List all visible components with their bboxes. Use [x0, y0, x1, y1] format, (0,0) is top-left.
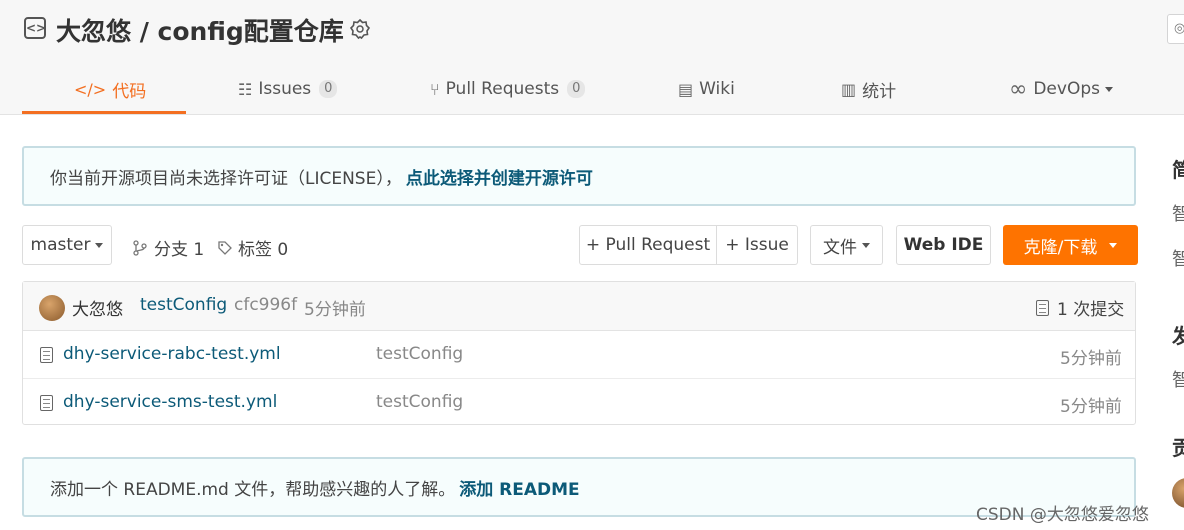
tag-icon [218, 240, 232, 255]
table-row: dhy-service-rabc-test.yml testConfig 5分钟… [23, 331, 1135, 378]
award-badge-icon[interactable] [348, 18, 372, 42]
watch-button[interactable]: ◎ [1167, 14, 1184, 44]
file-icon [40, 395, 53, 411]
active-tab-indicator [22, 111, 186, 114]
file-commit-message[interactable]: testConfig [376, 344, 463, 364]
tab-stats[interactable]: ▥ 统计 [841, 64, 896, 114]
commit-count-label: 1 次提交 [1057, 300, 1125, 320]
commits-icon [1036, 299, 1049, 316]
tab-issues-label: Issues [258, 79, 312, 99]
watermark: CSDN @大忽悠爱忽悠 [976, 505, 1149, 525]
sidebar-text: 智 [1172, 204, 1184, 225]
issues-icon: ☷ [238, 79, 253, 99]
file-commit-time: 5分钟前 [1060, 397, 1122, 417]
tab-pull-requests[interactable]: ⑂ Pull Requests 0 [430, 64, 586, 114]
repo-title[interactable]: 大忽悠 / config配置仓库 [56, 12, 344, 48]
commit-message[interactable]: testConfig [140, 295, 227, 315]
license-notice: 你当前开源项目尚未选择许可证（LICENSE）， 点此选择并创建开源许可 [22, 146, 1136, 206]
tab-code[interactable]: </> 代码 [74, 64, 146, 114]
latest-commit-row: 大忽悠 testConfig cfc996f 5分钟前 1 次提交 [23, 282, 1135, 331]
pull-requests-count-badge: 0 [567, 80, 586, 98]
sidebar-heading-contributors: 贡 [1172, 436, 1184, 460]
clone-download-label: 克隆/下载 [1023, 237, 1098, 258]
readme-notice: 添加一个 README.md 文件，帮助感兴趣的人了解。 添加 README [22, 457, 1136, 517]
sidebar-text: 智 [1172, 249, 1184, 270]
file-name-link[interactable]: dhy-service-sms-test.yml [63, 392, 277, 412]
chevron-down-icon [1109, 242, 1118, 248]
commit-time: 5分钟前 [304, 300, 366, 320]
tab-pull-requests-label: Pull Requests [445, 79, 560, 99]
branch-icon [133, 239, 147, 256]
repository-icon: <> [24, 17, 46, 39]
branches-link[interactable]: 分支 1 [132, 235, 204, 260]
pull-request-icon: ⑂ [430, 79, 440, 99]
create-license-link[interactable]: 点此选择并创建开源许可 [406, 164, 593, 189]
file-commit-message[interactable]: testConfig [376, 392, 463, 412]
new-issue-button[interactable]: + Issue [716, 225, 798, 265]
commit-author[interactable]: 大忽悠 [72, 295, 123, 320]
file-dropdown-button[interactable]: 文件 [810, 225, 883, 265]
code-icon: </> [74, 79, 107, 99]
wiki-icon: ▤ [678, 79, 694, 99]
issues-count-badge: 0 [319, 80, 338, 98]
tags-link[interactable]: 标签 0 [217, 235, 288, 260]
tab-devops[interactable]: ∞ DevOps [1009, 64, 1113, 114]
readme-notice-text: 添加一个 README.md 文件，帮助感兴趣的人了解。 [50, 479, 456, 500]
tags-label: 标签 0 [238, 240, 289, 260]
clone-download-button[interactable]: 克隆/下载 [1003, 225, 1138, 265]
tab-wiki-label: Wiki [699, 79, 735, 99]
tab-code-label: 代码 [112, 81, 147, 102]
new-pull-request-button[interactable]: + Pull Request [579, 225, 717, 265]
branch-select[interactable]: master [22, 225, 112, 265]
commit-count-link[interactable]: 1 次提交 [1036, 295, 1124, 320]
license-notice-text: 你当前开源项目尚未选择许可证（LICENSE）， [50, 168, 402, 189]
file-dropdown-label: 文件 [823, 237, 857, 258]
file-commit-time: 5分钟前 [1060, 349, 1122, 369]
infinity-icon: ∞ [1009, 76, 1028, 102]
table-row: dhy-service-sms-test.yml testConfig 5分钟前 [23, 378, 1135, 426]
stats-icon: ▥ [841, 79, 857, 99]
tab-stats-label: 统计 [862, 81, 897, 102]
avatar[interactable] [39, 295, 65, 321]
tab-issues[interactable]: ☷ Issues 0 [238, 64, 338, 114]
sidebar-text: 智 [1172, 370, 1184, 391]
file-icon [40, 347, 53, 363]
branches-label: 分支 1 [154, 240, 205, 260]
commit-hash[interactable]: cfc996f [234, 295, 297, 315]
chevron-down-icon [95, 242, 104, 248]
chevron-down-icon [862, 242, 870, 248]
sidebar-heading-release: 发 [1172, 324, 1184, 348]
web-ide-button[interactable]: Web IDE [896, 225, 991, 265]
branch-select-value: master [30, 235, 91, 255]
sidebar-heading-intro: 简 [1172, 158, 1184, 182]
tab-devops-label: DevOps [1033, 79, 1100, 99]
tab-wiki[interactable]: ▤ Wiki [678, 64, 735, 114]
file-name-link[interactable]: dhy-service-rabc-test.yml [63, 344, 281, 364]
file-list: 大忽悠 testConfig cfc996f 5分钟前 1 次提交 dhy-se… [22, 281, 1136, 425]
chevron-down-icon [1104, 86, 1113, 92]
add-readme-link[interactable]: 添加 README [459, 475, 579, 500]
avatar[interactable] [1172, 478, 1184, 508]
